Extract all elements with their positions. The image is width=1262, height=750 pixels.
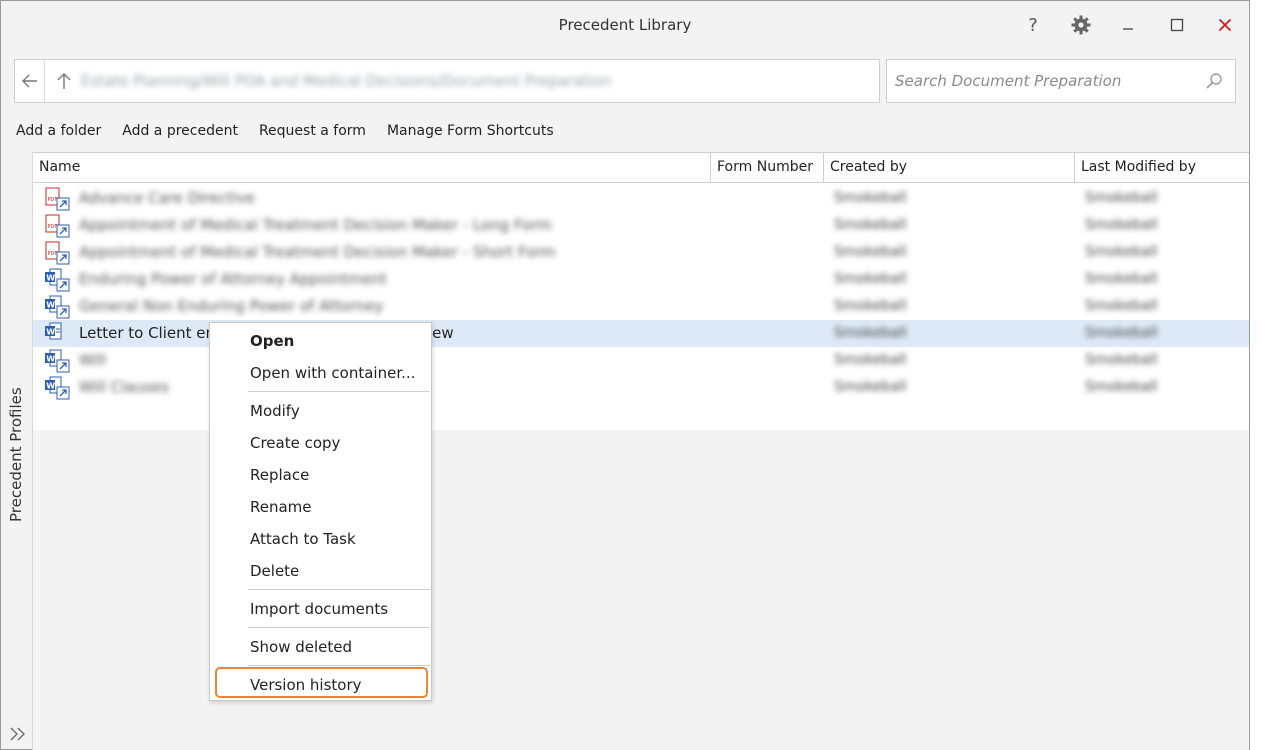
row-name[interactable]: Letter to Client enc	[79, 324, 223, 342]
column-header-form-number[interactable]: Form Number	[711, 153, 824, 183]
column-header-name[interactable]: Name	[33, 153, 711, 183]
table-row[interactable]: PDF Appointment of Medical Treatment Dec…	[33, 212, 1249, 239]
menu-item-open[interactable]: Open	[250, 332, 294, 350]
menu-separator	[248, 589, 430, 590]
context-menu: Open Open with container... Modify Creat…	[209, 322, 432, 701]
svg-text:W: W	[46, 273, 55, 282]
row-modified-by: Smokeball	[1085, 298, 1158, 314]
minimize-icon	[1123, 28, 1133, 30]
menu-item-import-documents[interactable]: Import documents	[250, 600, 388, 618]
menu-item-open-with-container[interactable]: Open with container...	[250, 364, 415, 382]
precedent-library-window: Precedent Library ? Estate Planning/Will…	[0, 0, 1250, 750]
column-header-last-modified-by[interactable]: Last Modified by	[1075, 153, 1249, 183]
menu-separator	[248, 627, 430, 628]
table-row[interactable]: W Enduring Power of Attorney Appointment…	[33, 266, 1249, 293]
row-name[interactable]: Appointment of Medical Treatment Decisio…	[79, 216, 552, 234]
manage-form-shortcuts-link[interactable]: Manage Form Shortcuts	[387, 123, 554, 143]
grid-header: Name Form Number Created by Last Modifie…	[33, 152, 1249, 183]
menu-item-show-deleted[interactable]: Show deleted	[250, 638, 352, 656]
row-modified-by: Smokeball	[1085, 244, 1158, 260]
address-bar[interactable]: Estate Planning/Will POA and Medical Dec…	[14, 59, 880, 103]
menu-separator	[248, 665, 430, 666]
word-icon: W	[45, 322, 62, 340]
menu-separator	[248, 391, 430, 392]
settings-button[interactable]	[1064, 9, 1098, 41]
menu-item-replace[interactable]: Replace	[250, 466, 309, 484]
row-created-by: Smokeball	[834, 379, 907, 395]
add-precedent-link[interactable]: Add a precedent	[122, 123, 238, 143]
row-name[interactable]: Enduring Power of Attorney Appointment	[79, 270, 387, 288]
row-modified-by: Smokeball	[1085, 190, 1158, 206]
action-toolbar: Add a folder Add a precedent Request a f…	[16, 123, 575, 143]
row-created-by: Smokeball	[834, 298, 907, 314]
precedent-profiles-label[interactable]: Precedent Profiles	[7, 387, 25, 522]
back-button[interactable]	[15, 60, 45, 102]
svg-text:W: W	[46, 381, 55, 390]
table-row[interactable]: PDF Advance Care Directive Smokeball Smo…	[33, 185, 1249, 212]
svg-text:PDF: PDF	[48, 224, 58, 230]
row-name[interactable]: General Non Enduring Power of Attorney	[79, 297, 384, 315]
maximize-button[interactable]	[1160, 9, 1194, 41]
minimize-button[interactable]	[1111, 9, 1145, 41]
folder-path[interactable]: Estate Planning/Will POA and Medical Dec…	[81, 72, 611, 90]
menu-item-delete[interactable]: Delete	[250, 562, 299, 580]
row-modified-by: Smokeball	[1085, 352, 1158, 368]
row-created-by: Smokeball	[834, 352, 907, 368]
title-bar: Precedent Library ?	[1, 1, 1249, 49]
menu-item-rename[interactable]: Rename	[250, 498, 312, 516]
row-created-by: Smokeball	[834, 325, 907, 341]
arrow-up-icon	[57, 73, 71, 89]
help-button[interactable]: ?	[1016, 9, 1050, 41]
close-icon	[1218, 18, 1232, 32]
menu-item-create-copy[interactable]: Create copy	[250, 434, 340, 452]
row-created-by: Smokeball	[834, 190, 907, 206]
svg-text:W: W	[46, 300, 55, 309]
add-folder-link[interactable]: Add a folder	[16, 123, 101, 143]
row-created-by: Smokeball	[834, 217, 907, 233]
gear-icon	[1071, 15, 1091, 35]
precedent-profiles-panel[interactable]: Precedent Profiles	[1, 152, 33, 750]
row-modified-by: Smokeball	[1085, 379, 1158, 395]
row-created-by: Smokeball	[834, 271, 907, 287]
row-name[interactable]: Will Clauses	[79, 378, 169, 396]
table-row[interactable]: W General Non Enduring Power of Attorney…	[33, 293, 1249, 320]
row-modified-by: Smokeball	[1085, 271, 1158, 287]
search-icon[interactable]	[1205, 72, 1223, 90]
column-header-created-by[interactable]: Created by	[824, 153, 1075, 183]
word-shortcut-icon: W	[45, 268, 70, 292]
up-button[interactable]	[49, 60, 79, 102]
arrow-left-icon	[21, 74, 37, 88]
search-box[interactable]	[886, 59, 1236, 103]
request-form-link[interactable]: Request a form	[259, 123, 366, 143]
search-input[interactable]	[895, 70, 1195, 92]
window-title: Precedent Library	[558, 16, 692, 34]
row-modified-by: Smokeball	[1085, 217, 1158, 233]
menu-item-modify[interactable]: Modify	[250, 402, 300, 420]
row-modified-by: Smokeball	[1085, 325, 1158, 341]
expand-chevron-icon[interactable]	[9, 726, 29, 742]
word-shortcut-icon: W	[45, 295, 70, 319]
row-name[interactable]: Will	[79, 351, 106, 369]
pdf-shortcut-icon: PDF	[45, 214, 70, 238]
maximize-icon	[1170, 18, 1184, 32]
svg-text:PDF: PDF	[48, 197, 58, 203]
menu-item-version-history[interactable]: Version history	[250, 676, 362, 694]
row-name[interactable]: Advance Care Directive	[79, 189, 255, 207]
word-shortcut-icon: W	[45, 349, 70, 373]
pdf-shortcut-icon: PDF	[45, 241, 70, 265]
row-created-by: Smokeball	[834, 244, 907, 260]
close-button[interactable]	[1208, 9, 1242, 41]
table-row[interactable]: PDF Appointment of Medical Treatment Dec…	[33, 239, 1249, 266]
word-shortcut-icon: W	[45, 376, 70, 400]
svg-text:W: W	[46, 327, 55, 336]
help-icon: ?	[1028, 14, 1038, 36]
menu-item-attach-to-task[interactable]: Attach to Task	[250, 530, 356, 548]
row-name[interactable]: Appointment of Medical Treatment Decisio…	[79, 243, 556, 261]
svg-text:W: W	[46, 354, 55, 363]
svg-text:PDF: PDF	[48, 251, 58, 257]
pdf-shortcut-icon: PDF	[45, 187, 70, 211]
